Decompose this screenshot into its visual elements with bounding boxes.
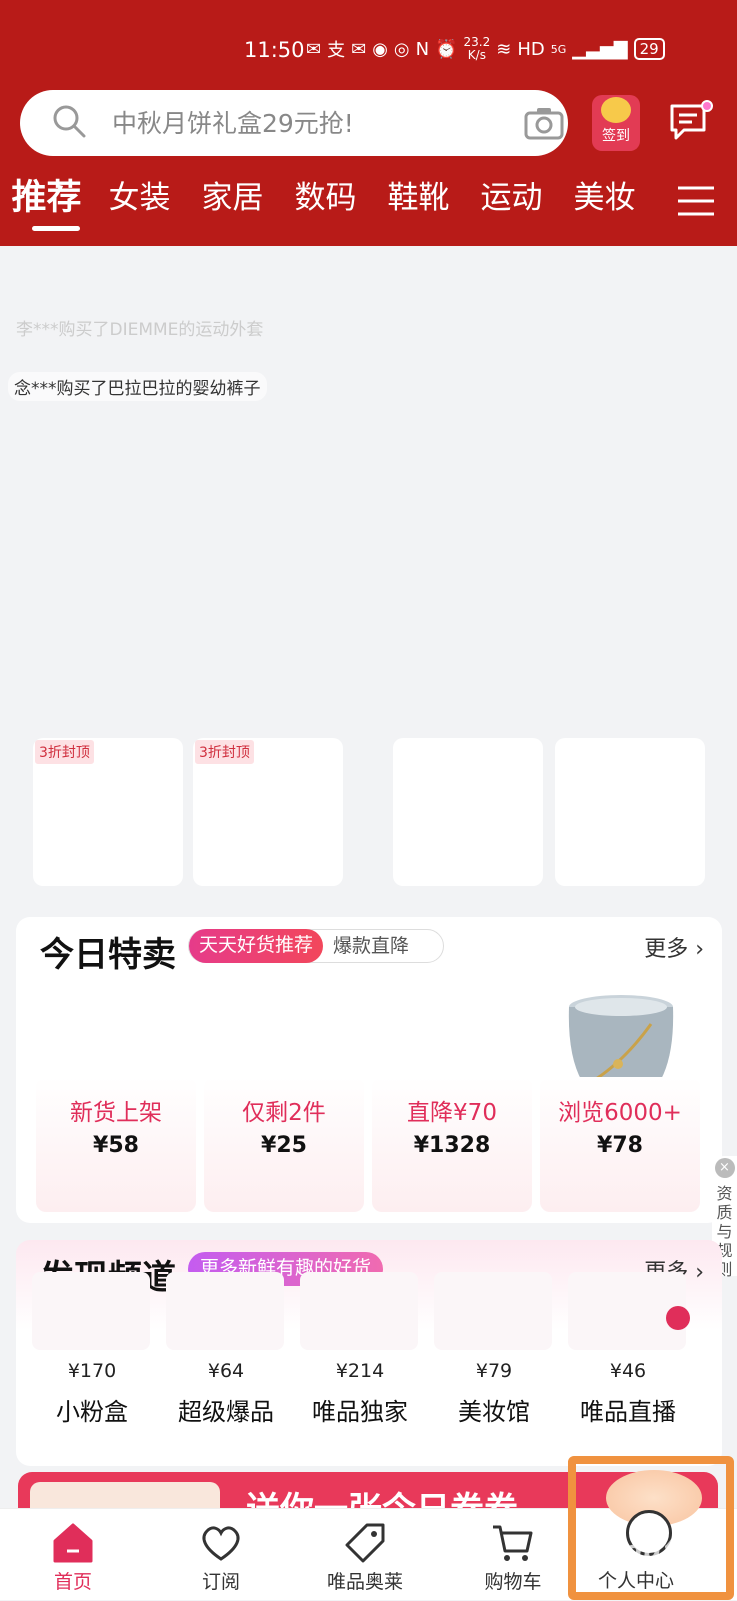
nav-home[interactable]: 首页 bbox=[18, 1509, 128, 1601]
signin-label: 签到 bbox=[602, 128, 630, 144]
hd-icon: HD bbox=[517, 38, 545, 60]
category-tabs: 推荐 女装 家居 数码 鞋靴 运动 美妆 bbox=[0, 172, 651, 231]
deal-card[interactable]: 浏览6000+ ¥78 bbox=[540, 1077, 700, 1212]
search-placeholder: 中秋月饼礼盒29元抢! bbox=[112, 109, 354, 138]
alipay-icon: 支 bbox=[327, 40, 346, 61]
channel-item[interactable]: ¥79 美妆馆 bbox=[430, 1272, 558, 1427]
channel-item[interactable]: ¥46 唯品直播 bbox=[564, 1272, 692, 1427]
tab-digital[interactable]: 数码 bbox=[279, 172, 372, 230]
quick-card[interactable]: 3折封顶 bbox=[33, 738, 183, 886]
tab-recommend[interactable]: 推荐 bbox=[0, 172, 93, 230]
today-sale-title: 今日特卖 bbox=[40, 935, 176, 975]
discount-tag: 3折封顶 bbox=[35, 740, 94, 764]
coin-icon bbox=[601, 97, 631, 123]
tab-shoes[interactable]: 鞋靴 bbox=[372, 172, 465, 230]
deal-card[interactable]: 直降¥70 ¥1328 bbox=[372, 1077, 532, 1212]
quick-card[interactable] bbox=[555, 738, 705, 886]
pill-active[interactable]: 天天好货推荐 bbox=[189, 929, 324, 963]
home-icon bbox=[53, 1523, 93, 1563]
eye-icon: ◎ bbox=[393, 38, 410, 60]
deal-card[interactable]: 新货上架 ¥58 bbox=[36, 1077, 196, 1212]
channel-item[interactable]: ¥64 超级爆品 bbox=[162, 1272, 290, 1427]
message-icon[interactable] bbox=[668, 100, 714, 144]
menu-icon[interactable] bbox=[676, 184, 716, 218]
discount-tag: 3折封顶 bbox=[195, 740, 254, 764]
tab-beauty[interactable]: 美妆 bbox=[558, 172, 651, 230]
status-bar: 11:50 ✉ 支 ✉ ◉ ◎ N ⏰ 23.2 K/s ≋ HD 5G ▁▃▅▇… bbox=[0, 34, 737, 68]
wechat-icon: ✉ bbox=[306, 38, 322, 60]
header-bar: 11:50 ✉ 支 ✉ ◉ ◎ N ⏰ 23.2 K/s ≋ HD 5G ▁▃▅▇… bbox=[0, 0, 737, 246]
cart-icon bbox=[493, 1525, 533, 1561]
nav-outlet[interactable]: 唯品奥莱 bbox=[310, 1509, 420, 1601]
status-time: 11:50 bbox=[244, 38, 305, 62]
channel-item[interactable]: ¥214 唯品独家 bbox=[296, 1272, 424, 1427]
today-sale-toggle[interactable]: 天天好货推荐 爆款直降 bbox=[188, 929, 444, 963]
tab-home[interactable]: 家居 bbox=[186, 172, 279, 230]
heart-icon bbox=[202, 1526, 240, 1561]
nav-cart[interactable]: 购物车 bbox=[458, 1509, 568, 1601]
signin-button[interactable]: 签到 bbox=[592, 95, 640, 151]
nfc-icon: N bbox=[415, 38, 430, 60]
signal-icon: 5G bbox=[550, 42, 567, 56]
wechat2-icon: ✉ bbox=[351, 38, 367, 60]
tab-women[interactable]: 女装 bbox=[93, 172, 186, 230]
camera-icon[interactable] bbox=[524, 106, 564, 140]
watermark: Baidu经验 bbox=[578, 1536, 714, 1566]
active-tab-indicator bbox=[32, 226, 80, 231]
signal-bars-icon: ▁▃▅▇ bbox=[572, 38, 628, 60]
app-icon: ◉ bbox=[372, 38, 388, 60]
live-icon bbox=[666, 1306, 690, 1330]
search-bar[interactable]: 中秋月饼礼盒29元抢! bbox=[20, 90, 568, 156]
purchase-ticker: 念***购买了巴拉巴拉的婴幼裤子 bbox=[8, 372, 267, 401]
tab-sports[interactable]: 运动 bbox=[465, 172, 558, 230]
purchase-ticker: 李***购买了DIEMME的运动外套 bbox=[16, 320, 264, 340]
deal-card[interactable]: 仅剩2件 ¥25 bbox=[204, 1077, 364, 1212]
today-sale-more-link[interactable]: 更多 › bbox=[644, 931, 704, 963]
nav-subscribe[interactable]: 订阅 bbox=[166, 1509, 276, 1601]
search-icon bbox=[53, 105, 86, 138]
wifi-icon: ≋ bbox=[496, 38, 512, 60]
channel-item[interactable]: ¥170 小粉盒 bbox=[28, 1272, 156, 1427]
tag-icon bbox=[345, 1523, 385, 1563]
alarm-icon: ⏰ bbox=[435, 38, 458, 60]
discover-panel: 发现频道 更多新鲜有趣的好货 更多 › ¥170小粉盒 ¥64超级爆品 ¥214… bbox=[16, 1240, 722, 1466]
pill-inactive[interactable]: 爆款直降 bbox=[333, 930, 409, 962]
today-sale-panel: 今日特卖 天天好货推荐 爆款直降 更多 › 新货上架 ¥58 仅剩2件 ¥25 直降… bbox=[16, 917, 722, 1223]
quick-card[interactable]: 3折封顶 bbox=[193, 738, 343, 886]
status-icons: ✉ 支 ✉ ◉ ◎ N ⏰ 23.2 K/s ≋ HD 5G ▁▃▅▇ 29 bbox=[306, 36, 665, 62]
close-icon[interactable]: × bbox=[714, 1158, 735, 1178]
net-speed: 23.2 K/s bbox=[463, 35, 491, 62]
battery-icon: 29 bbox=[633, 38, 665, 60]
quick-card[interactable] bbox=[393, 738, 543, 886]
nav-profile[interactable]: 个人中心 bbox=[568, 1456, 734, 1600]
